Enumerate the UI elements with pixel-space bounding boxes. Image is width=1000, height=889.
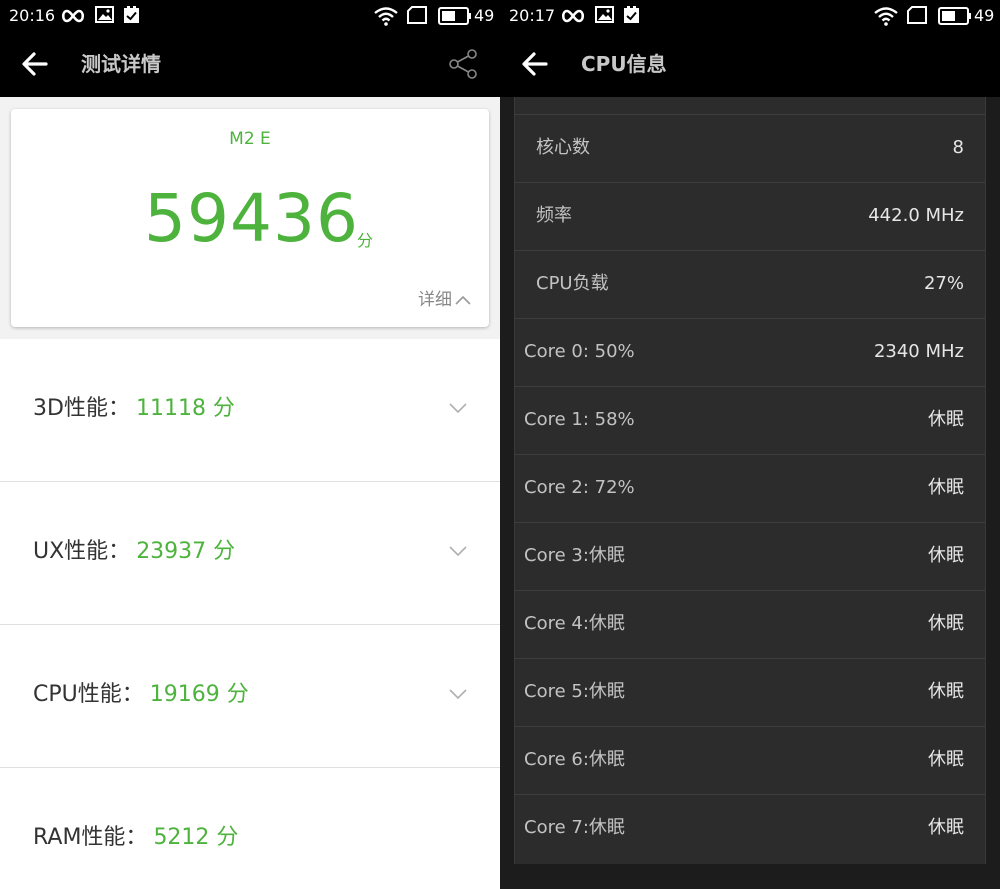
list-item: CPU负载 27% (515, 251, 985, 319)
info-value: 8 (952, 137, 964, 158)
info-label: Core 6:休眠 (524, 749, 625, 770)
check-notification-icon (124, 6, 139, 23)
info-label: CPU负载 (536, 273, 609, 294)
list-item: Core 6:休眠 休眠 (515, 727, 985, 795)
chevron-down-icon (449, 403, 467, 414)
back-arrow-icon[interactable] (20, 49, 50, 79)
sim-icon (407, 6, 427, 24)
perf-label: RAM性能： (33, 825, 148, 850)
back-arrow-icon[interactable] (520, 49, 550, 79)
perf-label: UX性能： (33, 539, 131, 564)
info-label: Core 4:休眠 (524, 613, 625, 634)
benchmark-detail-screen: 20:16 49 测试详情 M2 E 59436 分 详细 3D性能： 1111… (0, 0, 500, 889)
chevron-down-icon (449, 689, 467, 700)
score-card: M2 E 59436 分 详细 (11, 109, 489, 327)
info-label: Core 7:休眠 (524, 817, 625, 838)
info-value: 休眠 (928, 409, 964, 430)
share-icon[interactable] (447, 48, 479, 80)
wifi-icon (874, 7, 898, 26)
wifi-icon (374, 7, 398, 26)
app-bar: 测试详情 (0, 32, 500, 97)
info-value: 休眠 (928, 545, 964, 566)
info-label: 核心数 (536, 137, 590, 158)
status-time: 20:16 (9, 6, 56, 25)
perf-label: 3D性能： (33, 396, 130, 421)
cpu-info-list[interactable]: 核心数 8 频率 442.0 MHz CPU负载 27% Core 0: 50%… (514, 97, 986, 864)
detail-toggle[interactable]: 详细 (418, 285, 472, 310)
battery-level: 49 (474, 6, 495, 25)
page-title: CPU信息 (581, 52, 667, 76)
list-item: Core 4:休眠 休眠 (515, 591, 985, 659)
list-item: 核心数 8 (515, 115, 985, 183)
info-value: 442.0 MHz (868, 205, 964, 226)
chevron-down-icon (449, 546, 467, 557)
performance-list: 3D性能： 11118 分 UX性能： 23937 分 CPU性能： 19169 分 … (0, 339, 500, 889)
chevron-up-icon (455, 295, 471, 305)
status-bar: 20:16 49 (0, 0, 500, 32)
list-item: Core 3:休眠 休眠 (515, 523, 985, 591)
info-value: 休眠 (928, 477, 964, 498)
infinity-icon (61, 9, 85, 23)
info-value: 27% (923, 273, 964, 294)
info-value: 休眠 (928, 613, 964, 634)
cpu-info-screen: 20:17 49 CPU信息 核心数 8 频率 442.0 MHz CPU负载 … (500, 0, 1000, 889)
info-label: 频率 (536, 205, 572, 226)
total-score: 59436 (144, 180, 359, 257)
status-bar: 20:17 49 (500, 0, 1000, 32)
perf-label: CPU性能： (33, 682, 144, 707)
score-unit: 分 (357, 231, 374, 250)
perf-row-ux[interactable]: UX性能： 23937 分 (0, 482, 500, 625)
list-item: 频率 442.0 MHz (515, 183, 985, 251)
info-value: 休眠 (928, 749, 964, 770)
list-item: Core 5:休眠 休眠 (515, 659, 985, 727)
list-top-strip (515, 97, 985, 115)
page-title: 测试详情 (81, 52, 161, 76)
perf-row-cpu[interactable]: CPU性能： 19169 分 (0, 625, 500, 768)
perf-score: 19169 分 (149, 682, 249, 707)
battery-icon (438, 7, 471, 25)
info-label: Core 2: 72% (524, 477, 635, 498)
status-time: 20:17 (509, 6, 556, 25)
check-notification-icon (624, 6, 639, 23)
info-label: Core 3:休眠 (524, 545, 625, 566)
device-name: M2 E (229, 129, 271, 149)
infinity-icon (561, 9, 585, 23)
detail-label: 详细 (418, 290, 452, 310)
battery-level: 49 (974, 6, 995, 25)
list-item: Core 2: 72% 休眠 (515, 455, 985, 523)
image-notification-icon (595, 6, 614, 23)
image-notification-icon (95, 6, 114, 23)
perf-row-3d[interactable]: 3D性能： 11118 分 (0, 339, 500, 482)
sim-icon (907, 6, 927, 24)
list-item: Core 1: 58% 休眠 (515, 387, 985, 455)
perf-score: 11118 分 (135, 396, 235, 421)
info-value: 休眠 (928, 681, 964, 702)
app-bar: CPU信息 (500, 32, 1000, 97)
perf-score: 23937 分 (136, 539, 236, 564)
perf-row-ram[interactable]: RAM性能： 5212 分 (0, 768, 500, 889)
list-item: Core 7:休眠 休眠 (515, 795, 985, 863)
perf-score: 5212 分 (153, 825, 239, 850)
info-label: Core 1: 58% (524, 409, 635, 430)
info-value: 休眠 (928, 817, 964, 838)
info-value: 2340 MHz (873, 341, 964, 362)
list-item: Core 0: 50% 2340 MHz (515, 319, 985, 387)
battery-icon (938, 7, 971, 25)
info-label: Core 5:休眠 (524, 681, 625, 702)
info-label: Core 0: 50% (524, 341, 635, 362)
